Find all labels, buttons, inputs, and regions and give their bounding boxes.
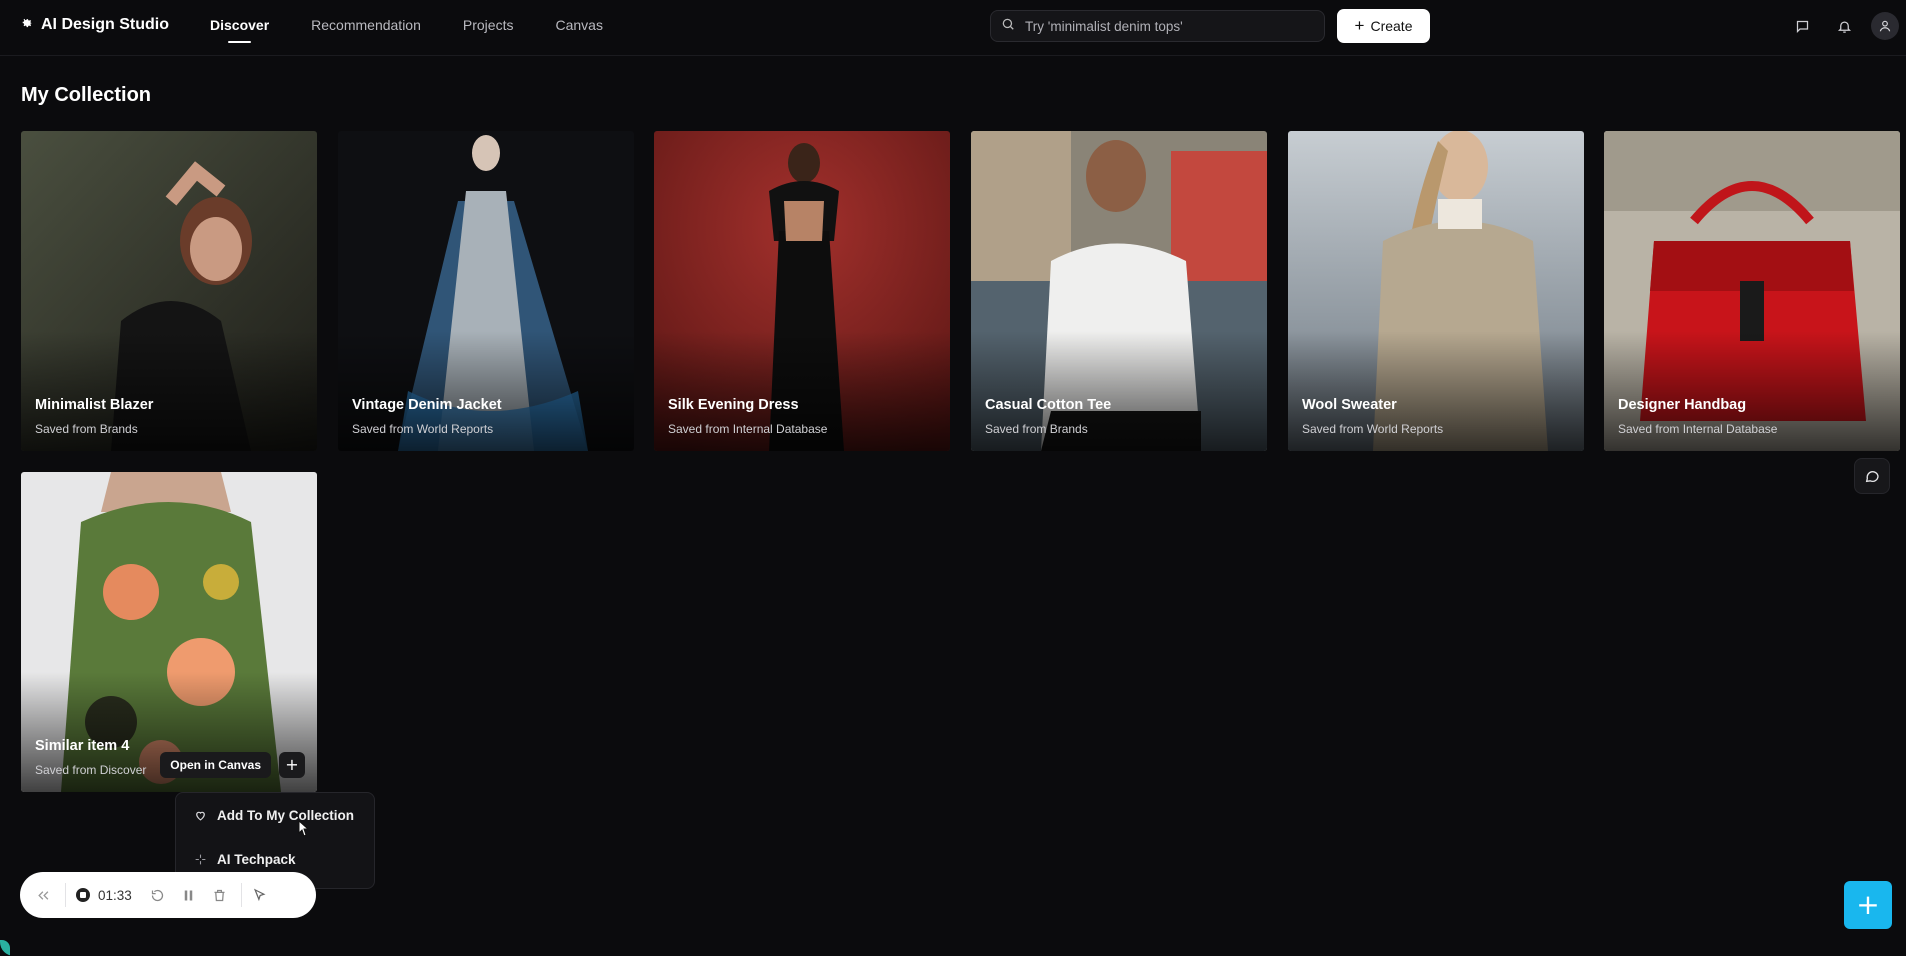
message-circle-icon [1865, 471, 1879, 483]
restart-icon [151, 889, 163, 901]
nav-canvas[interactable]: Canvas [555, 0, 602, 56]
card-add-button[interactable]: + [279, 752, 305, 778]
card-title: Designer Handbag [1618, 397, 1747, 413]
nav-discover[interactable]: Discover [210, 0, 269, 56]
divider [240, 883, 242, 907]
window-corner-accent [0, 940, 10, 956]
plus-icon: + [1354, 15, 1365, 35]
trash-icon [214, 889, 225, 901]
user-icon [1879, 20, 1891, 32]
collapse-recorder-button[interactable] [36, 888, 51, 903]
collection-card-casual-cotton-tee[interactable]: Casual Cotton Tee Saved from Brands [971, 131, 1267, 451]
app-root: AI Design Studio Discover Recommendation… [0, 0, 1906, 956]
delete-recording-button[interactable] [212, 888, 227, 903]
menu-item-label: Add To My Collection [217, 807, 354, 823]
bell-icon[interactable] [1832, 14, 1856, 38]
page-title: My Collection [21, 84, 152, 106]
card-title: Minimalist Blazer [35, 397, 154, 413]
floating-add-button[interactable]: + [1844, 881, 1892, 929]
heart-icon [196, 811, 205, 821]
card-source: Saved from World Reports [352, 422, 494, 436]
restart-button[interactable] [150, 888, 165, 903]
card-title: Wool Sweater [1302, 397, 1397, 413]
cursor-arrow-icon [253, 888, 266, 901]
collection-card-wool-sweater[interactable]: Wool Sweater Saved from World Reports [1288, 131, 1584, 451]
search-box[interactable] [990, 10, 1325, 42]
chevrons-left-icon [38, 890, 49, 900]
create-button-label: Create [1370, 18, 1413, 34]
side-chat-button[interactable] [1854, 458, 1890, 494]
create-button[interactable]: + Create [1337, 9, 1430, 43]
card-source: Saved from Discover [35, 763, 147, 777]
collection-card-minimalist-blazer[interactable]: Minimalist Blazer Saved from Brands [21, 131, 317, 451]
card-title: Silk Evening Dress [668, 397, 799, 413]
nav-projects[interactable]: Projects [463, 0, 514, 56]
card-title: Vintage Denim Jacket [352, 397, 502, 413]
divider [65, 883, 66, 907]
card-source: Saved from Brands [35, 422, 138, 436]
recording-time: 01:33 [98, 887, 132, 903]
card-title: Casual Cotton Tee [985, 397, 1112, 413]
avatar[interactable] [1871, 12, 1899, 40]
card-actions: Open in Canvas + [160, 752, 305, 778]
screen-recorder-bar: 01:33 [20, 872, 316, 918]
collection-card-silk-evening-dress[interactable]: Silk Evening Dress Saved from Internal D… [654, 131, 950, 451]
menu-item-add-to-collection[interactable]: Add To My Collection [176, 801, 374, 829]
card-source: Saved from Internal Database [1618, 422, 1778, 436]
collection-card-designer-handbag[interactable]: Designer Handbag Saved from Internal Dat… [1604, 131, 1900, 451]
pointer-cursor-icon [298, 820, 310, 837]
sparkle-icon [195, 854, 206, 864]
collection-card-similar-item-4[interactable]: Similar item 4 Saved from Discover Open … [21, 472, 317, 792]
brand[interactable]: AI Design Studio [20, 16, 169, 34]
app-title: AI Design Studio [41, 16, 169, 33]
card-title: Similar item 4 [35, 738, 130, 754]
chat-icon[interactable] [1790, 14, 1814, 38]
annotate-pointer-button[interactable] [252, 888, 267, 903]
menu-item-ai-techpack[interactable]: AI Techpack [176, 845, 374, 873]
card-source: Saved from Brands [985, 422, 1088, 436]
pause-button[interactable] [181, 888, 196, 903]
collection-card-vintage-denim-jacket[interactable]: Vintage Denim Jacket Saved from World Re… [338, 131, 634, 451]
card-source: Saved from World Reports [1302, 422, 1444, 436]
nav-recommendation[interactable]: Recommendation [311, 0, 421, 56]
stop-recording-icon[interactable] [76, 888, 90, 902]
card-source: Saved from Internal Database [668, 422, 828, 436]
pause-icon [184, 890, 193, 900]
open-in-canvas-button[interactable]: Open in Canvas [160, 752, 271, 778]
search-input[interactable] [1025, 18, 1305, 34]
search-icon [1001, 17, 1015, 36]
gear-icon [20, 16, 33, 34]
menu-item-label: AI Techpack [217, 851, 296, 867]
main-nav: Discover Recommendation Projects Canvas [210, 0, 645, 56]
top-header: AI Design Studio Discover Recommendation… [0, 0, 1906, 56]
